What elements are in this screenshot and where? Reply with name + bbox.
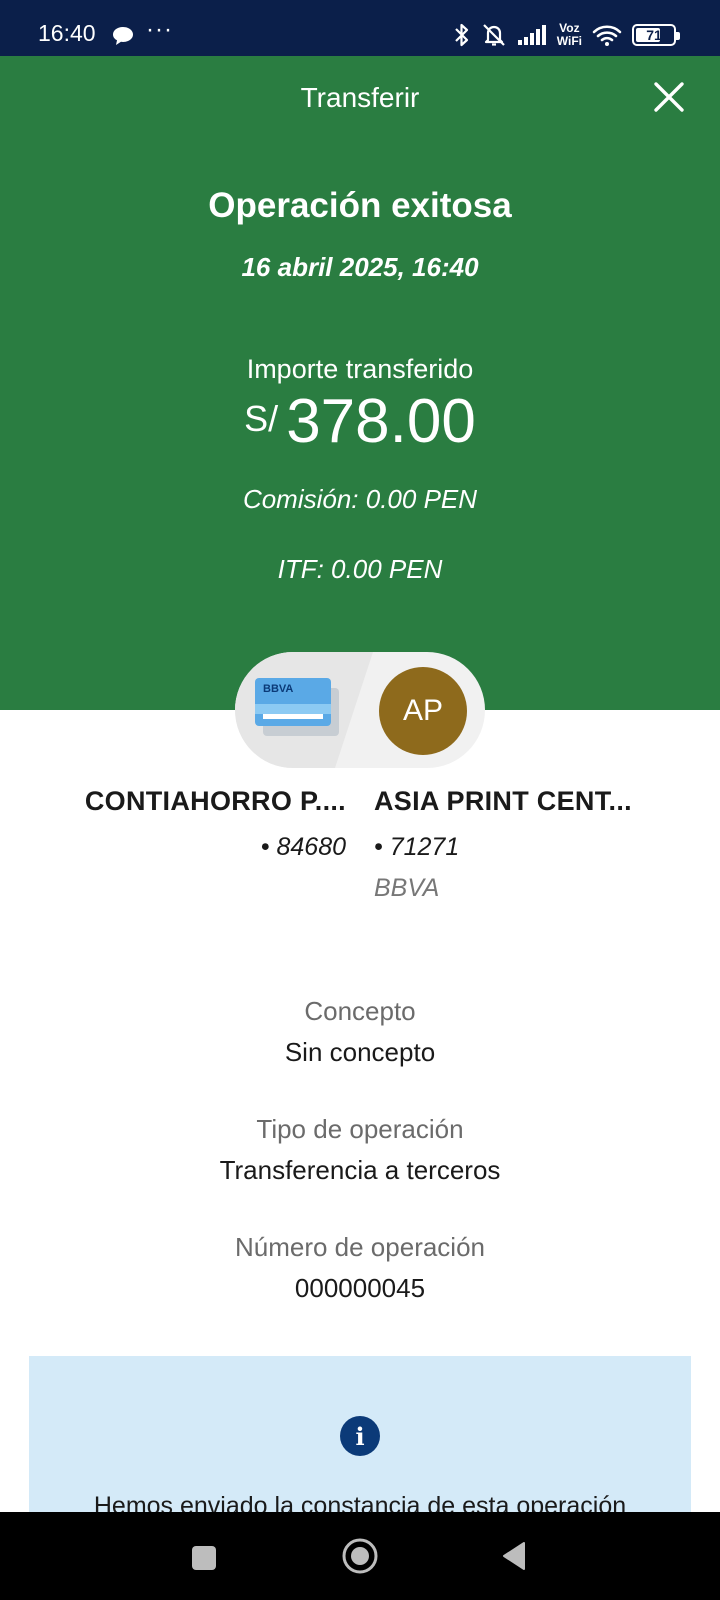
itf-text: ITF: 0.00 PEN [277,554,443,584]
card-bank-label: BBVA [263,683,293,695]
amount-currency: S/ [244,398,279,439]
amount-row: S/ 378.00 [0,386,720,457]
status-time: 16:40 [38,20,96,46]
status-icons: Voz WiFi 71 [453,20,680,50]
signal-icon [517,24,547,46]
origin-account-name: CONTIAHORRO P.... [84,786,346,816]
battery-icon: 71 [632,24,680,46]
bell-muted-icon [481,22,507,48]
success-title: Operación exitosa [208,186,512,225]
detail-value: Sin concepto [284,1037,436,1067]
more-notifications-icon: ··· [146,16,173,43]
operation-date: 16 abril 2025, 16:40 [241,252,479,282]
detail-label: Concepto [304,996,416,1026]
amount-label: Importe transferido [246,354,474,384]
avatar: AP [379,667,467,755]
detail-label: Número de operación [234,1232,486,1262]
detail-operation-type: Tipo de operación Transferencia a tercer… [0,1114,720,1186]
home-circle-icon [342,1538,378,1574]
home-button[interactable] [340,1536,380,1580]
recent-apps-button[interactable] [190,1544,218,1576]
destination-account: ASIA PRINT CENT... • 71271 BBVA [374,786,694,903]
back-button[interactable] [500,1540,528,1576]
wifi-icon [592,23,622,47]
origin-account-number: • 84680 [260,833,346,861]
wifi-label: WiFi [556,34,582,48]
battery-cap [676,32,680,40]
chat-bubble-icon [113,27,133,45]
square-icon [192,1546,216,1570]
info-icon: i [340,1416,380,1456]
amount-value: 378.00 [286,387,476,456]
destination-account-number: • 71271 [374,833,460,861]
destination-account-name: ASIA PRINT CENT... [374,786,632,816]
status-bar: 16:40 ··· Voz WiFi 71 [0,0,720,56]
navigation-bar [0,1512,720,1600]
transfer-accounts-pill: BBVA AP [235,652,485,768]
back-triangle-icon [503,1542,525,1570]
close-icon [654,82,684,112]
page-title: Transferir [300,82,420,113]
detail-operation-number: Número de operación 000000045 [0,1232,720,1304]
bluetooth-icon [453,22,471,48]
detail-value: Transferencia a terceros [219,1155,501,1185]
detail-value: 000000045 [294,1273,426,1303]
info-banner: i Hemos enviado la constancia de esta op… [29,1356,691,1516]
bank-card-icon: BBVA [255,678,339,736]
success-header: Transferir Operación exitosa 16 abril 20… [0,56,720,710]
origin-account: CONTIAHORRO P.... • 84680 [30,786,346,862]
close-button[interactable] [652,80,686,114]
detail-label: Tipo de operación [256,1114,464,1144]
destination-bank: BBVA [374,874,440,902]
detail-concept: Concepto Sin concepto [0,996,720,1068]
voz-wifi-label: Voz WiFi [557,22,582,48]
commission-text: Comisión: 0.00 PEN [242,484,478,514]
battery-level: 71 [646,27,662,43]
